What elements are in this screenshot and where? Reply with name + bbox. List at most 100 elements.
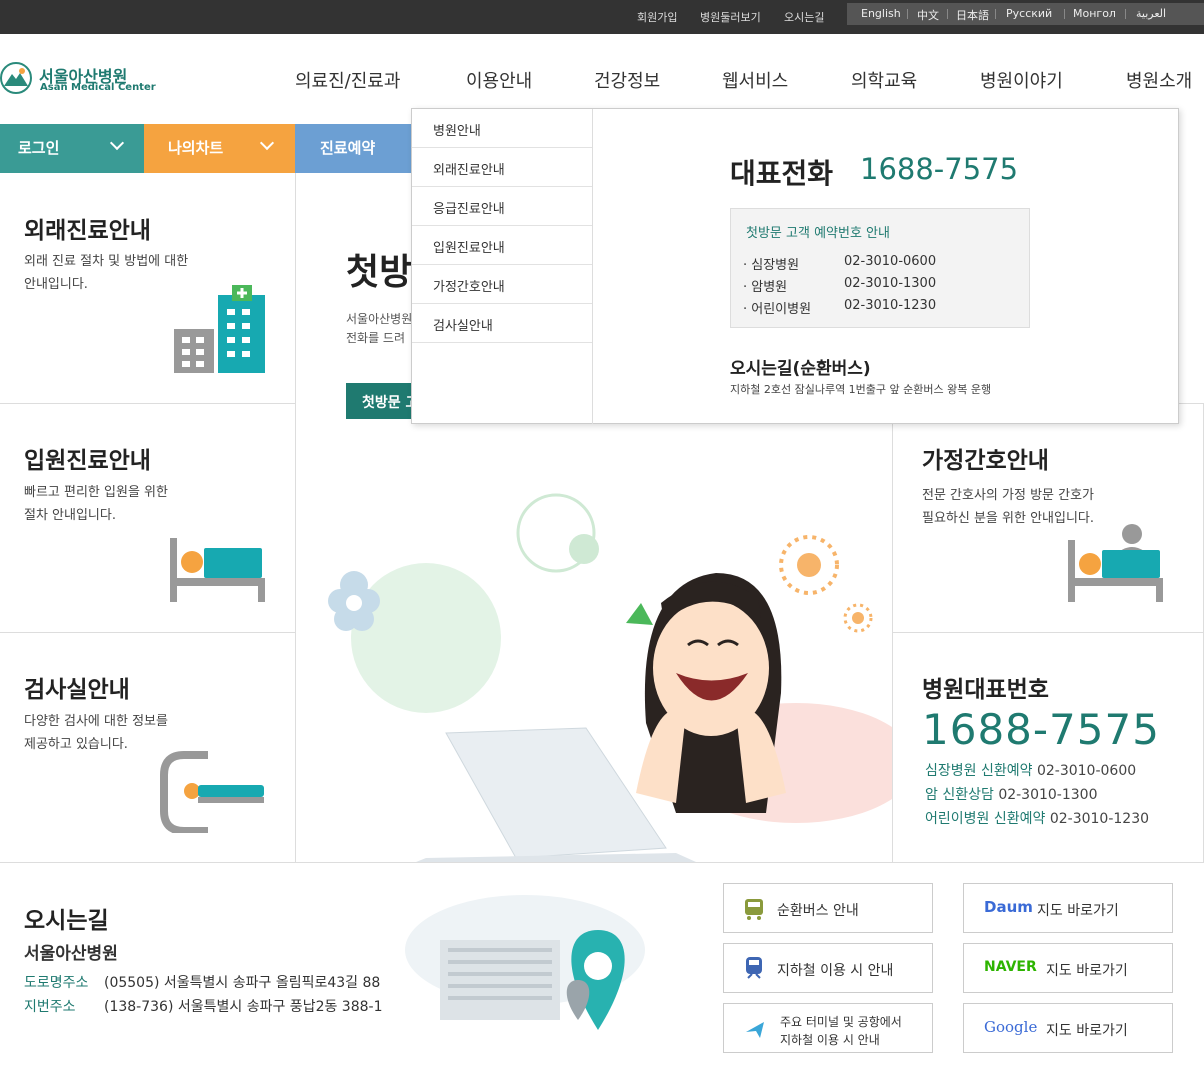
- daum-logo: Daum: [984, 898, 1033, 916]
- google-map-label: 지도 바로가기: [1046, 1023, 1128, 1039]
- submenu-inpatient[interactable]: 입원진료안내: [412, 226, 592, 265]
- rep-number-list: 심장병원 신환예약 02-3010-0600 암 신환상담 02-3010-13…: [925, 759, 1149, 831]
- daum-map-button[interactable]: Daum 지도 바로가기: [963, 883, 1173, 933]
- lang-mongolian[interactable]: Монгол: [1073, 7, 1116, 20]
- hospital-map-illustration: [405, 895, 645, 1030]
- submenu-hospital-guide[interactable]: 병원안내: [412, 109, 592, 148]
- rep-number[interactable]: 1688-7575: [922, 705, 1160, 754]
- subway-icon: [746, 957, 762, 979]
- mri-scanner-icon: [160, 751, 264, 833]
- naver-map-label: 지도 바로가기: [1046, 963, 1128, 979]
- gnb-stories[interactable]: 병원이야기: [980, 67, 1063, 93]
- first-visit-box: 첫방문 고객 예약번호 안내 · 심장병원 02-3010-0600 · 암병원…: [730, 208, 1030, 328]
- directions-title: 오시는길: [24, 908, 109, 934]
- guide-dropdown-menu: 병원안내 외래진료안내 응급진료안내 입원진료안내 가정간호안내 검사실안내 대…: [411, 108, 1179, 424]
- gnb-doctors[interactable]: 의료진/진료과: [295, 67, 400, 93]
- dropdown-phone-number[interactable]: 1688-7575: [860, 152, 1018, 186]
- lang-russian[interactable]: Русский: [1006, 7, 1052, 20]
- box-row-name: · 암병원: [743, 280, 788, 295]
- gnb-health-info[interactable]: 건강정보: [594, 67, 660, 93]
- rep-row-heart: 심장병원 신환예약 02-3010-0600: [925, 763, 1137, 779]
- subway-label: 지하철 이용 시 안내: [777, 963, 894, 979]
- visual-text-2: 전화를 드려: [346, 331, 406, 345]
- logo-name-en: Asan Medical Center: [40, 82, 156, 93]
- outpatient-card[interactable]: 외래진료안내 외래 진료 절차 및 방법에 대한 안내입니다.: [0, 173, 296, 404]
- gnb-education[interactable]: 의학교육: [851, 67, 917, 93]
- rep-number-title: 병원대표번호: [922, 677, 1049, 703]
- lang-japanese[interactable]: 日本語: [956, 7, 989, 23]
- box-row-name: · 어린이병원: [743, 302, 812, 317]
- gnb-web-service[interactable]: 웹서비스: [722, 67, 788, 93]
- submenu-lab[interactable]: 검사실안내: [412, 304, 592, 343]
- lot-address-label: 지번주소: [24, 999, 76, 1015]
- road-address-label: 도로명주소: [24, 975, 89, 991]
- home-nursing-card[interactable]: 가정간호안내 전문 간호사의 가정 방문 간호가 필요하신 분을 위한 안내입니…: [893, 404, 1204, 633]
- lab-desc: 다양한 검사에 대한 정보를 제공하고 있습니다.: [24, 714, 168, 752]
- directions-hospital: 서울아산병원: [24, 944, 118, 964]
- rep-row-children: 어린이병원 신환예약 02-3010-1230: [925, 811, 1150, 827]
- logo[interactable]: 서울아산병원 Asan Medical Center: [0, 58, 156, 98]
- lot-address: (138-736) 서울특별시 송파구 풍납2동 388-1: [104, 999, 383, 1015]
- daum-map-label: 지도 바로가기: [1037, 903, 1119, 919]
- box-row-phone: 02-3010-1230: [844, 298, 937, 313]
- box-row-phone: 02-3010-1300: [844, 276, 937, 291]
- inpatient-desc: 빠르고 편리한 입원을 위한 절차 안내입니다.: [24, 485, 168, 523]
- lang-arabic[interactable]: العربية: [1136, 7, 1166, 20]
- top-utility-bar: 회원가입 병원둘러보기 오시는길 English 中文 日本語 Русский …: [0, 0, 1204, 34]
- inpatient-title: 입원진료안내: [24, 448, 151, 474]
- submenu-emergency[interactable]: 응급진료안내: [412, 187, 592, 226]
- chevron-down-icon: [259, 135, 275, 151]
- bus-icon: [745, 899, 763, 920]
- home-nursing-title: 가정간호안내: [922, 448, 1049, 474]
- nurse-bed-icon: [1068, 524, 1163, 602]
- airplane-icon: [746, 1022, 764, 1038]
- visual-text-1: 서울아산병원: [346, 312, 413, 326]
- shuttle-bus-button[interactable]: 순환버스 안내: [723, 883, 933, 933]
- outpatient-desc: 외래 진료 절차 및 방법에 대한 안내입니다.: [24, 254, 189, 292]
- hospital-tour-link[interactable]: 병원둘러보기: [700, 9, 761, 25]
- lang-english[interactable]: English: [861, 7, 901, 20]
- rep-number-card: 병원대표번호 1688-7575 심장병원 신환예약 02-3010-0600 …: [893, 633, 1204, 862]
- girl-with-laptop-illustration: [328, 493, 893, 862]
- terminal-airport-button[interactable]: 주요 터미널 및 공항에서 지하철 이용 시 안내: [723, 1003, 933, 1053]
- dropdown-directions-text: 지하철 2호선 잠실나루역 1번출구 앞 순환버스 왕복 운행: [730, 383, 992, 396]
- reservation-tab[interactable]: 진료예약: [295, 124, 412, 173]
- box-row-name: · 심장병원: [743, 258, 800, 273]
- subway-button[interactable]: 지하철 이용 시 안내: [723, 943, 933, 993]
- google-map-button[interactable]: Google 지도 바로가기: [963, 1003, 1173, 1053]
- hospital-bed-icon: [170, 538, 265, 602]
- terminal-label-1: 주요 터미널 및 공항에서: [780, 1015, 902, 1029]
- dropdown-submenu: 병원안내 외래진료안내 응급진료안내 입원진료안내 가정간호안내 검사실안내: [412, 109, 592, 344]
- dropdown-directions-title[interactable]: 오시는길(순환버스): [730, 354, 871, 379]
- rep-row-cancer: 암 신환상담 02-3010-1300: [925, 787, 1098, 803]
- reservation-tab-label: 진료예약: [320, 139, 376, 157]
- submenu-home-nursing[interactable]: 가정간호안내: [412, 265, 592, 304]
- gnb-guide[interactable]: 이용안내: [466, 67, 532, 93]
- language-selector: English 中文 日本語 Русский Монгол العربية: [847, 3, 1204, 25]
- mychart-tab[interactable]: 나의차트: [144, 124, 295, 173]
- road-address: (05505) 서울특별시 송파구 올림픽로43길 88: [104, 975, 381, 991]
- chevron-down-icon: [109, 135, 125, 151]
- directions-link[interactable]: 오시는길: [784, 9, 824, 25]
- naver-logo: NAVER: [984, 959, 1037, 975]
- inpatient-card[interactable]: 입원진료안내 빠르고 편리한 입원을 위한 절차 안내입니다.: [0, 404, 296, 633]
- submenu-outpatient[interactable]: 외래진료안내: [412, 148, 592, 187]
- google-logo: Google: [984, 1018, 1038, 1036]
- mychart-tab-label: 나의차트: [168, 139, 224, 157]
- outpatient-title: 외래진료안내: [24, 218, 151, 244]
- gnb-about[interactable]: 병원소개: [1126, 67, 1192, 93]
- lab-card[interactable]: 검사실안내 다양한 검사에 대한 정보를 제공하고 있습니다.: [0, 633, 296, 862]
- visual-title: 첫방: [346, 252, 413, 293]
- shuttle-bus-label: 순환버스 안내: [777, 903, 859, 919]
- box-row-phone: 02-3010-0600: [844, 254, 937, 269]
- logo-mark-icon: [0, 62, 32, 94]
- home-nursing-desc-1: 전문 간호사의 가정 방문 간호가: [922, 488, 1095, 503]
- signup-link[interactable]: 회원가입: [637, 9, 677, 25]
- lang-chinese[interactable]: 中文: [917, 7, 939, 23]
- terminal-label-2: 지하철 이용 시 안내: [780, 1033, 880, 1047]
- dropdown-divider: [592, 109, 593, 424]
- login-tab[interactable]: 로그인: [0, 124, 144, 173]
- naver-map-button[interactable]: NAVER 지도 바로가기: [963, 943, 1173, 993]
- hospital-building-icon: [174, 285, 265, 373]
- login-tab-label: 로그인: [18, 139, 60, 157]
